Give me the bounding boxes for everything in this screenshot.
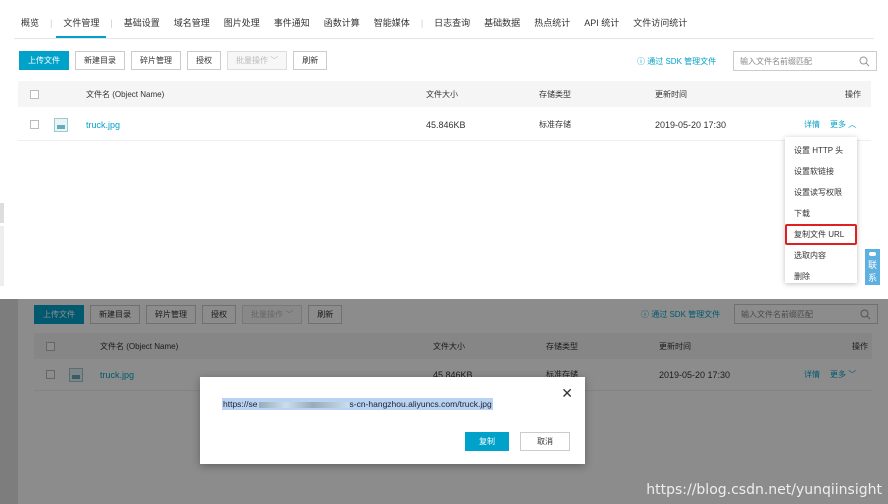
- watermark: https://blog.csdn.net/yunqiinsight: [646, 482, 882, 498]
- batch-operation-dropdown[interactable]: 批量操作 ﹀: [227, 51, 288, 70]
- authorize-button[interactable]: 授权: [187, 51, 221, 70]
- chevron-down-icon: ﹀: [270, 56, 279, 65]
- updated-time: 2019-05-20 17:30: [655, 119, 727, 130]
- menu-item-select-content[interactable]: 选取内容: [785, 245, 857, 266]
- chat-icon: [869, 252, 876, 256]
- col-updated: 更新时间: [655, 89, 687, 99]
- more-menu: 设置 HTTP 头 设置软链接 设置读写权限 下载 复制文件 URL 选取内容 …: [785, 137, 857, 283]
- copy-url-dialog: https://se s-cn-hangzhou.aliyuncs.com/tru…: [200, 377, 585, 464]
- close-icon[interactable]: ✕: [561, 385, 573, 402]
- tab-function-compute[interactable]: 函数计算: [317, 8, 367, 38]
- tab-hot-stats[interactable]: 热点统计: [527, 8, 577, 38]
- col-storage: 存储类型: [539, 89, 571, 99]
- tab-intelligent-media[interactable]: 智能媒体: [367, 8, 417, 38]
- menu-item-download[interactable]: 下载: [785, 203, 857, 224]
- tab-log-query[interactable]: 日志查询: [427, 8, 477, 38]
- panel-edge: [0, 203, 4, 223]
- contact-side-tab[interactable]: 联系: [865, 249, 880, 285]
- tab-overview[interactable]: 概览: [14, 8, 46, 38]
- redacted-block: [258, 401, 349, 408]
- search-input[interactable]: 输入文件名前缀匹配: [733, 51, 877, 71]
- upload-button[interactable]: 上传文件: [19, 51, 69, 70]
- menu-item-http-header[interactable]: 设置 HTTP 头: [785, 140, 857, 161]
- table-row: truck.jpg 45.846KB 标准存储 2019-05-20 17:30…: [18, 109, 871, 141]
- url-text[interactable]: https://se s-cn-hangzhou.aliyuncs.com/tru…: [222, 398, 493, 410]
- cancel-button[interactable]: 取消: [520, 432, 570, 451]
- chevron-up-icon: ︿: [848, 120, 857, 129]
- top-nav: 概览 | 文件管理 | 基础设置 域名管理 图片处理 事件通知 函数计算 智能媒…: [14, 8, 694, 38]
- menu-item-acl[interactable]: 设置读写权限: [785, 182, 857, 203]
- panel-edge: [0, 299, 18, 504]
- file-name-link[interactable]: truck.jpg: [86, 120, 120, 130]
- search-icon[interactable]: [859, 56, 870, 67]
- panel-edge: [0, 226, 4, 286]
- nav-divider: [14, 38, 874, 39]
- file-size: 45.846KB: [426, 119, 466, 130]
- fragment-management-button[interactable]: 碎片管理: [131, 51, 181, 70]
- storage-type: 标准存储: [539, 120, 571, 129]
- tab-api-stats[interactable]: API 统计: [577, 8, 626, 38]
- select-all-checkbox[interactable]: [30, 89, 39, 99]
- tab-basic-settings[interactable]: 基础设置: [117, 8, 167, 38]
- menu-item-symlink[interactable]: 设置软链接: [785, 161, 857, 182]
- sdk-link[interactable]: ⓘ 通过 SDK 管理文件: [637, 56, 716, 67]
- tab-file-management[interactable]: 文件管理: [56, 8, 107, 38]
- col-size: 文件大小: [426, 89, 458, 99]
- menu-item-delete[interactable]: 删除: [785, 266, 857, 283]
- col-name: 文件名 (Object Name): [86, 89, 165, 99]
- copy-button[interactable]: 复制: [465, 432, 509, 451]
- detail-link[interactable]: 详情: [804, 119, 820, 130]
- help-circle-icon: ⓘ: [637, 57, 645, 66]
- tab-file-access-stats[interactable]: 文件访问统计: [626, 8, 694, 38]
- tab-basic-data[interactable]: 基础数据: [477, 8, 527, 38]
- refresh-button[interactable]: 刷新: [293, 51, 328, 70]
- tab-domain-management[interactable]: 域名管理: [167, 8, 217, 38]
- image-file-icon: [54, 117, 68, 132]
- tab-event-notification[interactable]: 事件通知: [267, 8, 317, 38]
- table-header: 文件名 (Object Name) 文件大小 存储类型 更新时间 操作: [18, 81, 871, 107]
- col-actions: 操作: [845, 89, 861, 99]
- more-dropdown[interactable]: 更多 ︿: [830, 119, 856, 130]
- toolbar: 上传文件 新建目录 碎片管理 授权 批量操作 ﹀ 刷新: [19, 51, 333, 70]
- modal-screenshot-panel: 上传文件 新建目录 碎片管理 授权 批量操作 ﹀ 刷新 ⓘ 通过 SDK 管理文…: [0, 299, 888, 504]
- new-directory-button[interactable]: 新建目录: [75, 51, 125, 70]
- menu-item-copy-url[interactable]: 复制文件 URL: [785, 224, 857, 245]
- row-checkbox[interactable]: [30, 120, 39, 129]
- tab-image-processing[interactable]: 图片处理: [217, 8, 267, 38]
